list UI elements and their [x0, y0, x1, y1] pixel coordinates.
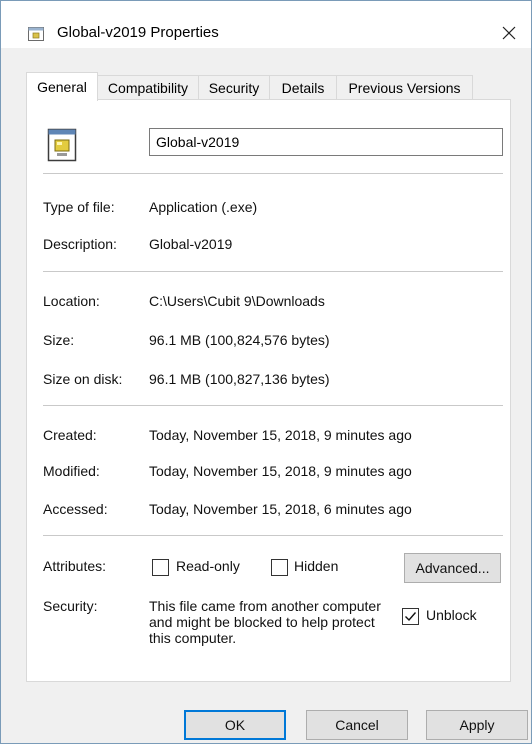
checkmark-icon	[405, 612, 417, 622]
close-button[interactable]	[487, 15, 531, 51]
exe-file-icon	[28, 27, 44, 41]
security-warning-text: This file came from another computer and…	[149, 598, 381, 646]
location-value: C:\Users\Cubit 9\Downloads	[149, 293, 325, 309]
type-of-file-value: Application (.exe)	[149, 199, 258, 215]
created-value: Today, November 15, 2018, 9 minutes ago	[149, 427, 412, 443]
separator	[43, 173, 503, 174]
ok-button[interactable]: OK	[184, 710, 286, 740]
cancel-button[interactable]: Cancel	[306, 710, 408, 740]
created-label: Created:	[43, 427, 97, 443]
type-of-file-label: Type of file:	[43, 199, 115, 215]
security-label: Security:	[43, 598, 98, 614]
title-bar: Global-v2019 Properties	[1, 1, 531, 48]
size-on-disk-label: Size on disk:	[43, 371, 123, 387]
read-only-checkbox[interactable]	[152, 559, 169, 576]
accessed-label: Accessed:	[43, 501, 108, 517]
accessed-value: Today, November 15, 2018, 6 minutes ago	[149, 501, 412, 517]
unblock-label[interactable]: Unblock	[426, 607, 477, 623]
tab-general[interactable]: General	[26, 72, 98, 101]
properties-dialog: Global-v2019 Properties General Compatib…	[0, 0, 532, 744]
tab-details[interactable]: Details	[269, 75, 337, 99]
tab-compatibility[interactable]: Compatibility	[97, 75, 199, 99]
general-panel: Type of file: Application (.exe) Descrip…	[26, 99, 511, 682]
size-on-disk-value: 96.1 MB (100,827,136 bytes)	[149, 371, 330, 387]
attributes-label: Attributes:	[43, 558, 107, 574]
advanced-button[interactable]: Advanced...	[404, 553, 501, 583]
size-label: Size:	[43, 332, 75, 348]
tab-security[interactable]: Security	[198, 75, 270, 99]
exe-file-icon	[47, 128, 77, 162]
size-value: 96.1 MB (100,824,576 bytes)	[149, 332, 330, 348]
close-icon	[502, 26, 516, 40]
hidden-checkbox[interactable]	[271, 559, 288, 576]
separator	[43, 405, 503, 406]
hidden-label[interactable]: Hidden	[294, 558, 338, 574]
separator	[43, 535, 503, 536]
apply-button[interactable]: Apply	[426, 710, 528, 740]
description-value: Global-v2019	[149, 236, 233, 252]
location-label: Location:	[43, 293, 100, 309]
file-name-input[interactable]	[149, 128, 503, 156]
read-only-label[interactable]: Read-only	[176, 558, 240, 574]
separator	[43, 271, 503, 272]
modified-value: Today, November 15, 2018, 9 minutes ago	[149, 463, 412, 479]
window-title: Global-v2019 Properties	[57, 24, 219, 41]
unblock-checkbox[interactable]	[402, 608, 419, 625]
modified-label: Modified:	[43, 463, 100, 479]
description-label: Description:	[43, 236, 117, 252]
tab-previous-versions[interactable]: Previous Versions	[336, 75, 473, 99]
